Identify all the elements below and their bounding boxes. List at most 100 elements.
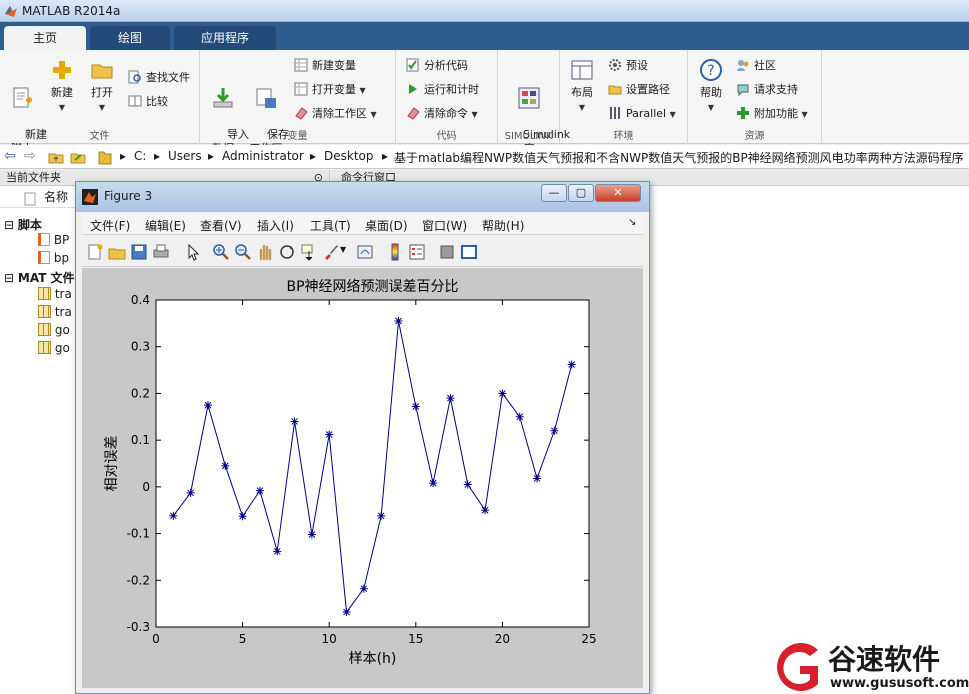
add-ons-button[interactable]: 附加功能 ▼	[736, 104, 808, 124]
breadcrumb-separator: ▸	[120, 149, 127, 163]
clear-workspace-button[interactable]: 清除工作区 ▼	[294, 104, 377, 124]
brush-icon[interactable]	[322, 243, 340, 261]
data-cursor-icon[interactable]	[300, 243, 318, 261]
list-item[interactable]: go	[38, 323, 70, 337]
figure-window[interactable]: Figure 3 — ▢ ✕ 文件(F) 编辑(E) 查看(V) 插入(I) 工…	[75, 181, 650, 694]
line-chart[interactable]: 0 5 10 15 20 25 -0.3 -0.2 -0.1 0 0.1 0.2 0.3 0.4 BP神经网…	[82, 268, 643, 688]
help-button[interactable]: ? 帮助 ▼	[696, 56, 726, 115]
data-point-marker	[238, 512, 247, 521]
browse-folder-icon[interactable]	[70, 149, 86, 165]
new-figure-icon[interactable]	[86, 243, 104, 261]
minimize-button[interactable]: —	[541, 184, 567, 202]
chevron-down-icon: ▼	[359, 86, 366, 95]
group-resources-label: 资源	[744, 131, 765, 142]
plot-area[interactable]: 0 5 10 15 20 25 -0.3 -0.2 -0.1 0 0.1 0.2 0.3 0.4 BP神经网…	[82, 268, 643, 688]
menu-desktop[interactable]: 桌面(D)	[365, 217, 408, 234]
menu-view[interactable]: 查看(V)	[200, 217, 242, 234]
colorbar-icon[interactable]	[386, 243, 404, 261]
file-name: tra	[54, 305, 72, 319]
m-file-icon	[38, 251, 50, 264]
maximize-button[interactable]: ▢	[568, 184, 594, 202]
analyze-code-button[interactable]: 分析代码	[406, 56, 468, 76]
open-button[interactable]: 打开 ▼	[84, 56, 120, 115]
collapse-icon[interactable]: ⊟	[4, 218, 14, 232]
save-icon[interactable]	[130, 243, 148, 261]
compare-button[interactable]: 比较	[128, 92, 168, 112]
open-variable-button[interactable]: 打开变量 ▼	[294, 80, 366, 100]
tab-plots[interactable]: 绘图	[90, 26, 170, 50]
chevron-down-icon: ▼	[669, 110, 676, 119]
hide-plot-tools-icon[interactable]	[438, 243, 456, 261]
figure-titlebar[interactable]: Figure 3 — ▢ ✕	[76, 182, 649, 212]
data-point-marker	[273, 547, 282, 556]
preferences-button[interactable]: 预设	[608, 56, 648, 76]
menu-file[interactable]: 文件(F)	[90, 217, 130, 234]
clear-commands-button[interactable]: 清除命令 ▼	[406, 104, 478, 124]
menu-window[interactable]: 窗口(W)	[422, 217, 467, 234]
list-item[interactable]: go	[38, 341, 70, 355]
new-label: 新建	[51, 86, 73, 99]
zoom-out-icon[interactable]	[234, 243, 252, 261]
pan-hand-icon[interactable]	[256, 243, 274, 261]
tab-home[interactable]: 主页	[4, 26, 86, 50]
set-path-button[interactable]: 设置路径	[608, 80, 670, 100]
breadcrumb-item[interactable]: Users	[168, 149, 202, 163]
file-name: BP	[53, 233, 70, 247]
compare-icon	[128, 95, 142, 107]
breadcrumb-separator: ▸	[382, 149, 389, 163]
zoom-in-icon[interactable]	[212, 243, 230, 261]
close-button[interactable]: ✕	[595, 184, 641, 202]
add-ons-icon	[737, 107, 749, 119]
new-variable-label: 新建变量	[312, 59, 356, 72]
collapse-icon[interactable]: ⊟	[4, 271, 14, 285]
chevron-down-icon: ▼	[578, 103, 586, 112]
show-plot-tools-icon[interactable]	[460, 243, 478, 261]
data-point-marker	[325, 430, 334, 439]
layout-button[interactable]: 布局 ▼	[566, 56, 598, 115]
breadcrumb-item[interactable]: C:	[134, 149, 146, 163]
tab-apps[interactable]: 应用程序	[174, 26, 276, 50]
clear-commands-label: 清除命令	[424, 107, 468, 120]
analyze-code-label: 分析代码	[424, 59, 468, 72]
rotate-3d-icon[interactable]	[278, 243, 296, 261]
y-axis-label: 相对误差	[104, 436, 120, 492]
menu-help[interactable]: 帮助(H)	[482, 217, 524, 234]
menu-insert[interactable]: 插入(I)	[257, 217, 294, 234]
link-plot-icon[interactable]	[356, 243, 374, 261]
y-tick-label: -0.3	[127, 620, 150, 634]
folder-icon	[91, 64, 113, 79]
breadcrumb-item[interactable]: Administrator	[222, 149, 304, 163]
back-arrow-icon[interactable]: ⇦	[4, 148, 16, 164]
data-point-marker	[498, 389, 507, 398]
community-button[interactable]: 社区	[736, 56, 776, 76]
chevron-down-icon[interactable]: ▼	[340, 245, 346, 254]
dock-arrow-icon[interactable]: ↘	[628, 217, 636, 228]
new-button[interactable]: 新建 ▼	[44, 56, 80, 115]
menu-tools[interactable]: 工具(T)	[310, 217, 351, 234]
data-point-marker	[550, 426, 559, 435]
run-and-time-button[interactable]: 运行和计时	[406, 80, 479, 100]
list-item[interactable]: tra	[38, 287, 72, 301]
find-files-button[interactable]: 查找文件	[128, 68, 190, 88]
request-support-button[interactable]: 请求支持	[736, 80, 798, 100]
y-tick-label: 0.2	[131, 386, 150, 400]
breadcrumb-item[interactable]: 基于matlab编程NWP数值天气预报和不含NWP数值天气预报的BP神经网络预测…	[394, 149, 966, 166]
breadcrumb-item[interactable]: Desktop	[324, 149, 374, 163]
breadcrumb-separator: ▸	[310, 149, 317, 163]
list-item[interactable]: BP	[38, 233, 69, 247]
tree-node-mat-files[interactable]: ⊟ MAT 文件	[4, 269, 75, 286]
mat-file-icon	[38, 323, 51, 336]
print-icon[interactable]	[152, 243, 170, 261]
menu-edit[interactable]: 编辑(E)	[145, 217, 186, 234]
up-folder-icon[interactable]	[48, 149, 64, 165]
open-file-icon[interactable]	[108, 243, 126, 261]
tree-node-scripts[interactable]: ⊟ 脚本	[4, 216, 42, 233]
parallel-button[interactable]: Parallel ▼	[608, 104, 676, 124]
legend-icon[interactable]	[408, 243, 426, 261]
new-variable-button[interactable]: 新建变量	[294, 56, 356, 76]
forward-arrow-icon[interactable]: ⇨	[24, 148, 36, 164]
pointer-icon[interactable]	[184, 243, 202, 261]
list-item[interactable]: bp	[38, 251, 69, 265]
list-item[interactable]: tra	[38, 305, 72, 319]
chevron-down-icon: ▼	[471, 110, 478, 119]
